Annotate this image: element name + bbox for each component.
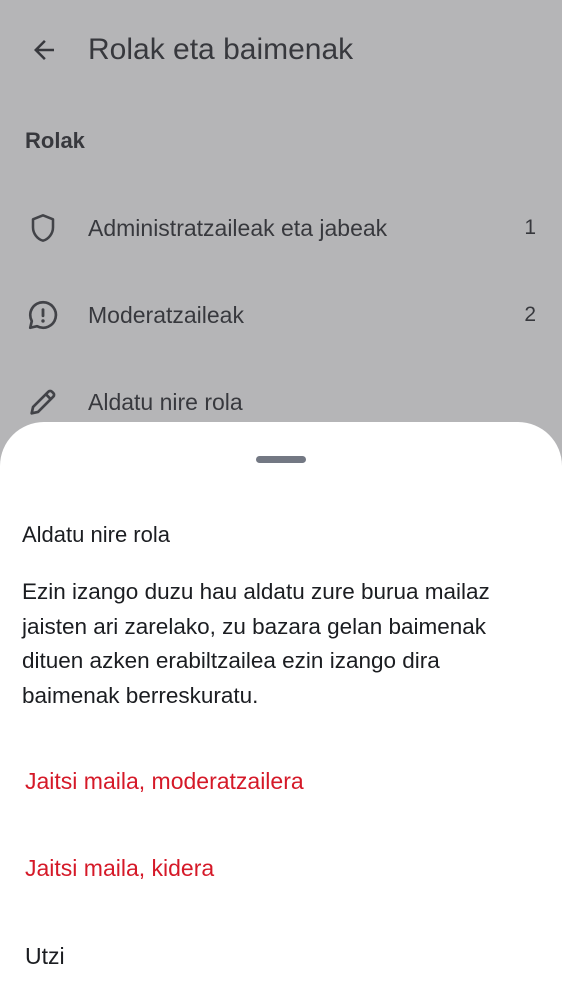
option-label: Jaitsi maila, moderatzailera [25, 767, 304, 794]
demote-to-moderator-button[interactable]: Jaitsi maila, moderatzailera [0, 751, 562, 811]
sheet-message: Ezin izango duzu hau aldatu zure burua m… [22, 579, 490, 708]
option-label: Utzi [25, 942, 65, 969]
cancel-button[interactable]: Utzi [0, 926, 562, 986]
sheet-title: Aldatu nire rola [22, 522, 170, 547]
drag-handle[interactable] [256, 456, 306, 463]
bottom-sheet: Aldatu nire rola Ezin izango duzu hau al… [0, 422, 562, 1000]
screen: Rolak eta baimenak Rolak Administratzail… [0, 0, 562, 1000]
option-label: Jaitsi maila, kidera [25, 854, 215, 881]
demote-to-member-button[interactable]: Jaitsi maila, kidera [0, 838, 562, 898]
